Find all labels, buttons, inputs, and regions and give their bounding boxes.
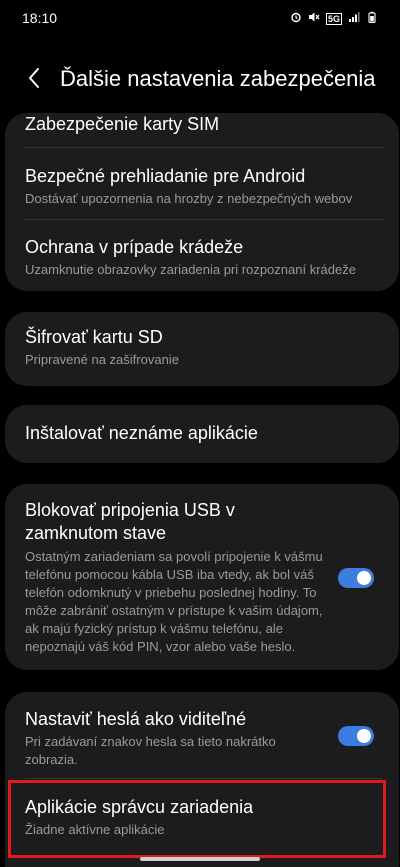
divider xyxy=(25,147,383,148)
battery-icon xyxy=(366,10,378,28)
back-button[interactable] xyxy=(22,66,46,94)
encrypt-sd-subtitle: Pripravené na zašifrovanie xyxy=(25,352,179,367)
toggle-knob xyxy=(357,729,371,743)
visible-passwords-title: Nastaviť heslá ako viditeľné xyxy=(25,709,247,729)
safe-browsing-title: Bezpečné prehliadanie pre Android xyxy=(25,166,306,186)
mute-icon xyxy=(308,10,320,28)
usb-card: Blokovať pripojenia USB v zamknutom stav… xyxy=(5,484,399,670)
theft-protection-item[interactable]: Ochrana v prípade krádeže Uzamknutie obr… xyxy=(25,236,379,286)
header: Ďalšie nastavenia zabezpečenia xyxy=(0,60,400,100)
usb-block-toggle[interactable] xyxy=(338,568,374,588)
usb-block-item[interactable]: Blokovať pripojenia USB v zamknutom stav… xyxy=(25,499,325,659)
unknown-apps-title: Inštalovať neznáme aplikácie xyxy=(25,423,258,443)
5g-icon: 5G xyxy=(325,13,342,25)
page-title: Ďalšie nastavenia zabezpečenia xyxy=(60,66,376,91)
unknown-apps-item[interactable]: Inštalovať neznáme aplikácie xyxy=(25,422,379,448)
usb-block-title: Blokovať pripojenia USB v zamknutom stav… xyxy=(25,500,235,543)
sim-security-title: Zabezpečenie karty SIM xyxy=(25,114,220,134)
safe-browsing-item[interactable]: Bezpečné prehliadanie pre Android Dostáv… xyxy=(25,165,379,215)
status-bar: 18:10 5G xyxy=(0,0,400,36)
chevron-left-icon xyxy=(27,67,41,94)
usb-block-subtitle: Ostatným zariadeniam sa povolí pripojeni… xyxy=(25,549,323,654)
visible-passwords-toggle[interactable] xyxy=(338,726,374,746)
divider xyxy=(25,778,383,779)
sd-card: Šifrovať kartu SD Pripravené na zašifrov… xyxy=(5,312,399,386)
signal-icon xyxy=(348,10,360,28)
status-icons: 5G xyxy=(290,10,378,28)
safe-browsing-subtitle: Dostávať upozornenia na hrozby z nebezpe… xyxy=(25,191,353,206)
theft-protection-subtitle: Uzamknutie obrazovky zariadenia pri rozp… xyxy=(25,262,356,277)
divider xyxy=(25,219,383,220)
visible-passwords-subtitle: Pri zadávaní znakov hesla sa tieto nakrá… xyxy=(25,734,276,767)
encrypt-sd-item[interactable]: Šifrovať kartu SD Pripravené na zašifrov… xyxy=(25,326,379,376)
alarm-icon xyxy=(290,10,302,28)
home-indicator xyxy=(140,857,260,861)
encrypt-sd-title: Šifrovať kartu SD xyxy=(25,327,163,347)
visible-passwords-item[interactable]: Nastaviť heslá ako viditeľné Pri zadávan… xyxy=(25,708,325,768)
status-time: 18:10 xyxy=(22,10,58,26)
sim-security-item[interactable]: Zabezpečenie karty SIM xyxy=(25,113,379,137)
toggle-knob xyxy=(357,571,371,585)
unknown-apps-card: Inštalovať neznáme aplikácie xyxy=(5,405,399,463)
security-card-1: Zabezpečenie karty SIM Bezpečné prehliad… xyxy=(5,113,399,291)
theft-protection-title: Ochrana v prípade krádeže xyxy=(25,237,244,257)
highlight-box xyxy=(8,780,386,858)
